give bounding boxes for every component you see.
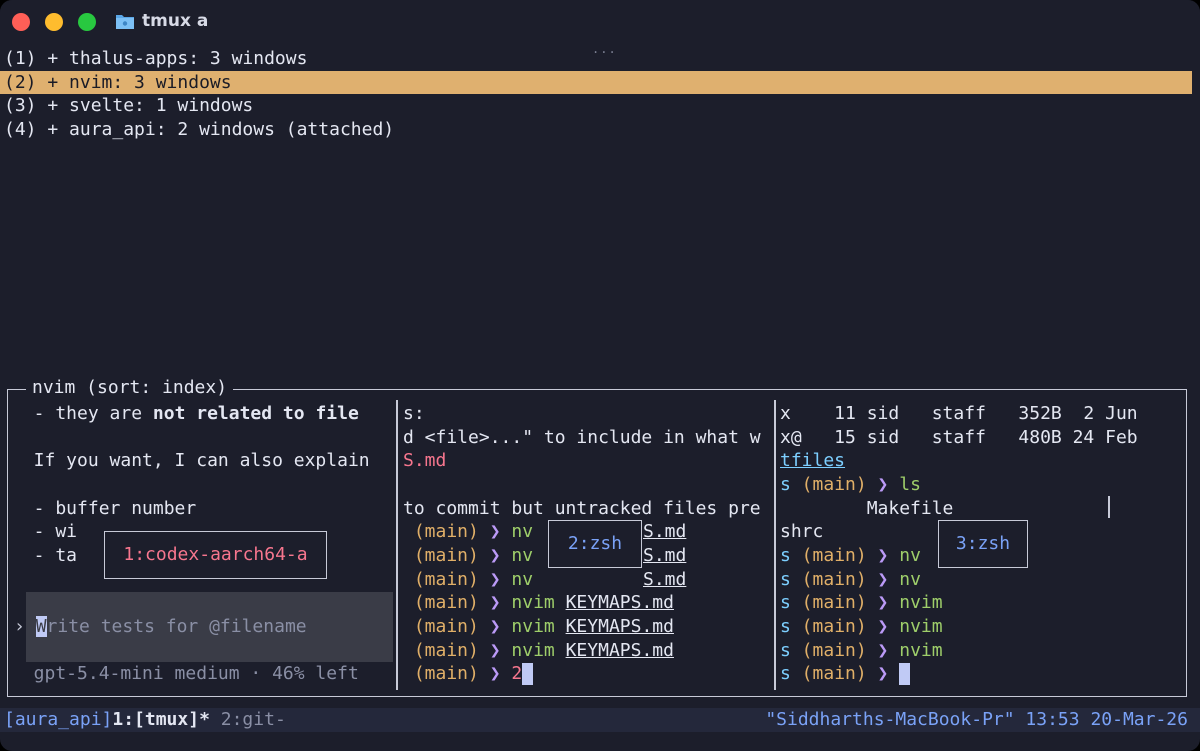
close-button[interactable]: [12, 13, 30, 31]
shell-prompt-line: s (main) ❯: [780, 662, 911, 686]
zoom-button[interactable]: [78, 13, 96, 31]
text-line: d <file>..." to include in what w: [403, 427, 761, 448]
prompt-input[interactable]: › Write tests for @filename: [14, 592, 393, 662]
shell-prompt-line: (main) ❯ 2: [403, 662, 534, 686]
text-line: - buffer number: [12, 498, 197, 519]
text-line: - they are not related to file: [12, 403, 359, 424]
window-tab-active[interactable]: 1:[tmux]*: [112, 709, 210, 730]
clock-date: 20-Mar-26: [1090, 709, 1188, 730]
title-bar: tmux a ...: [0, 0, 1200, 56]
session-name[interactable]: [aura_api]: [4, 709, 112, 730]
window-label-3: 3:zsh: [938, 520, 1028, 568]
text-line: s:: [403, 403, 425, 424]
session-item-svelte[interactable]: (3) + svelte: 1 windows: [0, 94, 1192, 117]
session-list: (1) + thalus-apps: 3 windows (2) + nvim:…: [0, 47, 1200, 147]
status-right: "Siddharths-MacBook-Pr" 13:53 20-Mar-26: [765, 708, 1188, 732]
pane-divider: [774, 400, 776, 690]
window-tab[interactable]: 2:git-: [210, 709, 286, 730]
minimize-button[interactable]: [45, 13, 63, 31]
text-line: - ta: [12, 545, 78, 566]
shell-prompt-line: (main) ❯ nvim KEYMAPS.md: [403, 616, 674, 637]
terminal-cursor: [899, 663, 911, 685]
shell-prompt-line: s (main) ❯ nvim: [780, 640, 943, 661]
session-item-aura-api[interactable]: (4) + aura_api: 2 windows (attached): [0, 118, 1192, 141]
file-name: S.md: [643, 521, 687, 542]
shell-prompt-line: (main) ❯ nv: [403, 521, 534, 542]
window-label-1: 1:codex-aarch64-a: [104, 531, 327, 579]
file-name: S.md: [643, 545, 687, 566]
shell-prompt-line: s (main) ❯ ls: [780, 474, 921, 495]
text-cursor: W: [35, 616, 47, 637]
shell-prompt-line: s (main) ❯ nvim: [780, 616, 943, 637]
text-line: x 11 sid staff 352B 2 Jun: [780, 403, 1138, 424]
text-line: S.md: [403, 450, 447, 471]
model-status: gpt-5.4-mini medium · 46% left: [12, 663, 359, 684]
text-line: tfiles: [780, 450, 846, 471]
shell-prompt-line: (main) ❯ nvim KEYMAPS.md: [403, 640, 674, 661]
shell-prompt-line: s (main) ❯ nvim: [780, 592, 943, 613]
shell-prompt-line: s (main) ❯ nv: [780, 545, 921, 566]
host-name: "Siddharths-MacBook-Pr": [765, 709, 1015, 730]
session-item-nvim[interactable]: (2) + nvim: 3 windows: [0, 71, 1192, 94]
text-line: shrc: [780, 521, 824, 542]
terminal-cursor: [522, 663, 534, 685]
window-title: tmux a: [142, 11, 209, 31]
pane-codex[interactable]: - they are not related to file If you wa…: [12, 402, 397, 690]
clock-time: 13:53: [1025, 709, 1080, 730]
session-preview: nvim (sort: index) - they are not relate…: [7, 377, 1187, 697]
text-line: to commit but untracked files pre: [403, 498, 761, 519]
file-name: S.md: [643, 569, 687, 590]
tmux-status-bar: [aura_api]1:[tmux]* 2:git- "Siddharths-M…: [0, 708, 1200, 732]
session-item-thalus-apps[interactable]: (1) + thalus-apps: 3 windows: [0, 47, 1192, 70]
shell-prompt-line: s (main) ❯ nv: [780, 569, 921, 590]
window-label-2: 2:zsh: [548, 520, 642, 568]
prompt-line: › Write tests for @filename: [14, 616, 307, 637]
text-line: Makefile: [780, 498, 954, 519]
pane-zsh-3[interactable]: x 11 sid staff 352B 2 Jun x@ 15 sid staf…: [780, 402, 1180, 690]
pane-zsh-2[interactable]: s: d <file>..." to include in what w S.m…: [403, 402, 773, 690]
text-line: - wi: [12, 521, 78, 542]
shell-prompt-line: (main) ❯ nv: [403, 569, 534, 590]
text-line: If you want, I can also explain: [12, 450, 370, 471]
shell-prompt-line: (main) ❯ nv: [403, 545, 534, 566]
scroll-marker: [1108, 496, 1110, 518]
folder-icon: [116, 15, 134, 29]
status-left: [aura_api]1:[tmux]* 2:git-: [4, 708, 286, 732]
text-line: x@ 15 sid staff 480B 24 Feb: [780, 427, 1138, 448]
terminal-window: tmux a ... (1) + thalus-apps: 3 windows …: [0, 0, 1200, 751]
shell-prompt-line: (main) ❯ nvim KEYMAPS.md: [403, 592, 674, 613]
preview-title: nvim (sort: index): [26, 377, 234, 399]
